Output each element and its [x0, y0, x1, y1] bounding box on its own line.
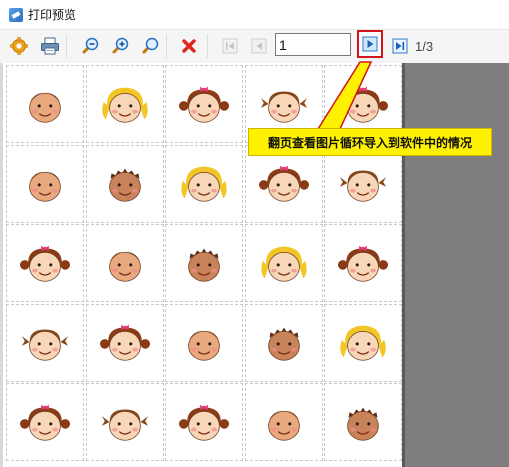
girl-bow-face-icon: [255, 156, 313, 211]
girl-bow-face-icon: [334, 236, 392, 291]
label-cell: [165, 144, 243, 223]
label-cell: [244, 383, 323, 461]
zoom-out-button[interactable]: [79, 35, 101, 57]
label-cell: [165, 224, 243, 302]
girl-bow-face-icon: [175, 77, 233, 132]
gear-icon: [10, 37, 28, 55]
label-cell: [165, 383, 243, 461]
label-cell: [324, 144, 402, 223]
label-cell: [6, 65, 84, 143]
label-cell: [244, 224, 323, 302]
label-cell: [85, 65, 164, 143]
label-cell: [244, 144, 323, 223]
label-cell: [244, 303, 323, 382]
prev-page-button[interactable]: [248, 35, 270, 57]
label-cell: [324, 383, 402, 461]
boy-dark-face-icon: [175, 236, 233, 291]
girl-blonde-face-icon: [96, 77, 154, 132]
girl-bow-face-icon: [96, 315, 154, 370]
label-cell: [6, 144, 84, 223]
label-cell: [6, 224, 84, 302]
zoom-in-button[interactable]: [109, 35, 131, 57]
label-cell: [85, 224, 164, 302]
label-cell: [165, 303, 243, 382]
next-page-icon: [362, 36, 378, 52]
next-page-button[interactable]: [357, 30, 383, 58]
label-cell: [324, 224, 402, 302]
title-bar: 打印预览: [0, 0, 509, 29]
boy-face-icon: [96, 236, 154, 291]
girl-pigtails-face-icon: [16, 315, 74, 370]
first-page-button[interactable]: [219, 35, 241, 57]
girl-pigtails-face-icon: [255, 77, 313, 132]
close-preview-button[interactable]: [178, 35, 200, 57]
print-button[interactable]: [39, 35, 61, 57]
magnifier-icon: [142, 37, 159, 54]
boy-face-icon: [175, 315, 233, 370]
zoom-in-icon: [112, 37, 129, 54]
girl-bow-face-icon: [334, 77, 392, 132]
boy-face-icon: [16, 77, 74, 132]
boy-face-icon: [255, 395, 313, 450]
girl-blonde-face-icon: [334, 315, 392, 370]
page-number-input[interactable]: [275, 33, 351, 56]
girl-bow-face-icon: [16, 236, 74, 291]
girl-bow-face-icon: [16, 395, 74, 450]
annotation-callout: 翻页查看图片循环导入到软件中的情况: [248, 128, 492, 156]
label-cell: [85, 144, 164, 223]
printer-icon: [41, 37, 59, 55]
boy-face-icon: [16, 156, 74, 211]
zoom-fit-button[interactable]: [139, 35, 161, 57]
boy-dark-face-icon: [96, 156, 154, 211]
red-x-icon: [182, 39, 196, 53]
label-cell: [6, 383, 84, 461]
label-cell: [165, 65, 243, 143]
label-cell: [324, 303, 402, 382]
label-cell: [6, 303, 84, 382]
label-cell: [85, 303, 164, 382]
window-title: 打印预览: [28, 8, 77, 22]
page-count: 1/3: [415, 39, 434, 54]
print-preview-app-icon: [9, 7, 23, 22]
last-page-button[interactable]: [389, 35, 411, 57]
boy-dark-face-icon: [334, 395, 392, 450]
girl-blonde-face-icon: [175, 156, 233, 211]
girl-blonde-face-icon: [255, 236, 313, 291]
zoom-out-icon: [82, 37, 99, 54]
prev-page-icon: [251, 38, 267, 54]
girl-pigtails-face-icon: [334, 156, 392, 211]
girl-pigtails-face-icon: [96, 395, 154, 450]
boy-dark-face-icon: [255, 315, 313, 370]
girl-bow-face-icon: [175, 395, 233, 450]
toolbar: 1/3: [0, 29, 509, 64]
settings-button[interactable]: [8, 35, 30, 57]
first-page-icon: [222, 38, 238, 54]
last-page-icon: [392, 38, 408, 54]
preview-page[interactable]: [3, 63, 402, 467]
label-cell: [85, 383, 164, 461]
